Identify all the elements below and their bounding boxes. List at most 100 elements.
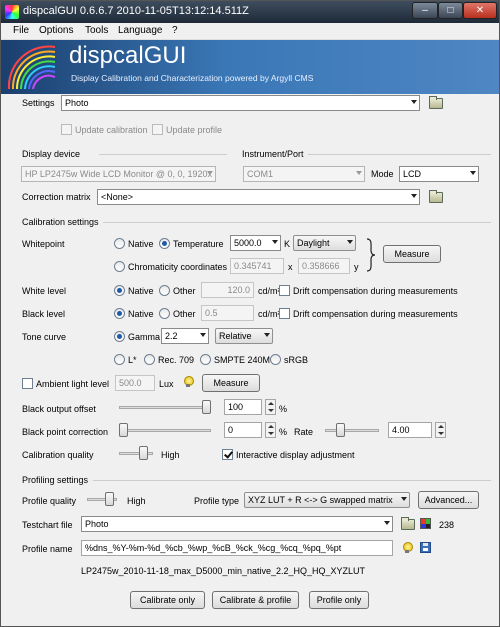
divider — [308, 154, 491, 155]
chromaticity-x-input[interactable]: 0.345741 — [230, 258, 284, 274]
interactive-adjustment-checkbox[interactable] — [222, 449, 233, 460]
black-output-offset-label: Black output offset — [22, 404, 96, 414]
whitepoint-locus-select[interactable]: Daylight — [293, 235, 356, 251]
correction-matrix-select[interactable]: <None> — [97, 189, 420, 205]
menu-file[interactable]: File — [13, 25, 29, 36]
white-level-label: White level — [22, 286, 67, 296]
ambient-light-checkbox[interactable] — [22, 378, 33, 389]
divider — [93, 480, 491, 481]
testchart-editor-icon[interactable] — [420, 518, 431, 529]
mode-label: Mode — [371, 169, 394, 179]
mode-select[interactable]: LCD — [399, 166, 479, 182]
whitepoint-chromaticity-radio[interactable] — [114, 261, 125, 272]
correction-matrix-label: Correction matrix — [22, 192, 91, 202]
chevron-down-icon — [347, 240, 353, 244]
instrument-port-label: Instrument/Port — [242, 149, 304, 159]
black-level-other-label: Other — [173, 309, 196, 319]
chevron-down-icon — [411, 194, 417, 198]
rate-spinner[interactable] — [435, 422, 446, 438]
profile-only-button[interactable]: Profile only — [309, 591, 369, 609]
black-level-input[interactable]: 0.5 — [201, 305, 254, 321]
tone-curve-srgb-radio[interactable] — [270, 354, 281, 365]
lightbulb-icon[interactable] — [403, 542, 413, 554]
tone-curve-gamma-radio[interactable] — [114, 331, 125, 342]
testchart-select[interactable]: Photo — [81, 516, 393, 532]
white-level-input[interactable]: 120.0 — [201, 282, 254, 298]
gamma-value-select[interactable]: 2.2 — [161, 328, 209, 344]
temperature-value: 5000.0 — [234, 238, 262, 248]
gamma-type-select[interactable]: Relative — [215, 328, 273, 344]
profile-quality-label: Profile quality — [22, 496, 77, 506]
whitepoint-temperature-radio[interactable] — [159, 238, 170, 249]
white-level-native-radio[interactable] — [114, 285, 125, 296]
black-output-offset-input[interactable]: 100 — [224, 399, 262, 415]
maximize-button[interactable]: □ — [438, 2, 463, 19]
white-level-other-label: Other — [173, 286, 196, 296]
temperature-input[interactable]: 5000.0 — [230, 235, 281, 251]
white-level-other-radio[interactable] — [159, 285, 170, 296]
correction-matrix-value: <None> — [101, 192, 134, 202]
black-output-offset-slider[interactable] — [202, 400, 211, 414]
update-profile-checkbox[interactable] — [152, 124, 163, 135]
save-icon[interactable] — [420, 542, 431, 553]
advanced-button[interactable]: Advanced... — [418, 491, 479, 509]
calibration-quality-value: High — [161, 450, 180, 460]
whitepoint-measure-button[interactable]: Measure — [383, 245, 441, 263]
window-title: dispcalGUI 0.6.6.7 2010-11-05T13:12:14.5… — [23, 5, 249, 17]
black-output-offset-unit: % — [279, 404, 288, 414]
menu-help[interactable]: ? — [172, 25, 178, 36]
rate-input[interactable]: 4.00 — [388, 422, 432, 438]
ambient-light-input[interactable]: 500.0 — [115, 375, 155, 391]
chevron-down-icon — [200, 333, 206, 337]
black-level-other-radio[interactable] — [159, 308, 170, 319]
display-device-label: Display device — [22, 149, 81, 159]
settings-folder-icon[interactable] — [429, 96, 443, 109]
settings-select[interactable]: Photo — [61, 95, 420, 111]
testchart-patch-count: 238 — [439, 520, 455, 530]
tone-curve-smpte-radio[interactable] — [200, 354, 211, 365]
banner-subtitle: Display Calibration and Characterization… — [71, 73, 314, 83]
black-point-correction-input[interactable]: 0 — [224, 422, 262, 438]
profile-type-select[interactable]: XYZ LUT + R <-> G swapped matrix — [244, 492, 410, 508]
rate-slider[interactable] — [336, 423, 345, 437]
tone-curve-rec709-radio[interactable] — [144, 354, 155, 365]
whitepoint-locus-value: Daylight — [297, 238, 330, 248]
update-calibration-checkbox[interactable] — [61, 124, 72, 135]
menu-bar: File Options Tools Language ? — [1, 23, 499, 40]
menu-tools[interactable]: Tools — [85, 25, 108, 36]
black-level-label: Black level — [22, 309, 66, 319]
display-device-select[interactable]: HP LP2475w Wide LCD Monitor @ 0, 0, 1920… — [21, 166, 216, 182]
tone-curve-lstar-label: L* — [128, 355, 137, 365]
calibrate-and-profile-button[interactable]: Calibrate & profile — [212, 591, 299, 609]
menu-language[interactable]: Language — [118, 25, 163, 36]
calibrate-only-button[interactable]: Calibrate only — [130, 591, 205, 609]
correction-folder-icon[interactable] — [429, 190, 443, 203]
testchart-folder-icon[interactable] — [401, 517, 415, 530]
ambient-measure-button[interactable]: Measure — [202, 374, 260, 392]
black-drift-checkbox[interactable] — [279, 308, 290, 319]
white-drift-checkbox[interactable] — [279, 285, 290, 296]
menu-options[interactable]: Options — [39, 25, 73, 36]
black-point-correction-spinner[interactable] — [265, 422, 276, 438]
profile-name-input[interactable]: %dns_%Y-%m-%d_%cb_%wp_%cB_%ck_%cg_%cq_%p… — [81, 540, 393, 556]
calibration-settings-heading: Calibration settings — [22, 217, 99, 227]
chromaticity-x-label: x — [288, 262, 293, 272]
title-bar: dispcalGUI 0.6.6.7 2010-11-05T13:12:14.5… — [1, 1, 499, 23]
black-point-correction-label: Black point correction — [22, 427, 109, 437]
temperature-unit: K — [284, 239, 291, 249]
settings-label: Settings — [22, 98, 55, 108]
calibration-quality-slider[interactable] — [139, 446, 148, 460]
whitepoint-temperature-label: Temperature — [173, 239, 224, 249]
tone-curve-lstar-radio[interactable] — [114, 354, 125, 365]
swatch — [425, 523, 430, 528]
chromaticity-y-input[interactable]: 0.358666 — [298, 258, 350, 274]
divider — [99, 154, 227, 155]
whitepoint-native-radio[interactable] — [114, 238, 125, 249]
instrument-port-select[interactable]: COM1 — [243, 166, 365, 182]
black-level-native-radio[interactable] — [114, 308, 125, 319]
close-button[interactable]: ✕ — [463, 2, 497, 19]
minimize-button[interactable]: – — [412, 2, 438, 19]
black-output-offset-spinner[interactable] — [265, 399, 276, 415]
profile-quality-slider[interactable] — [105, 492, 114, 506]
black-point-correction-slider[interactable] — [119, 423, 128, 437]
